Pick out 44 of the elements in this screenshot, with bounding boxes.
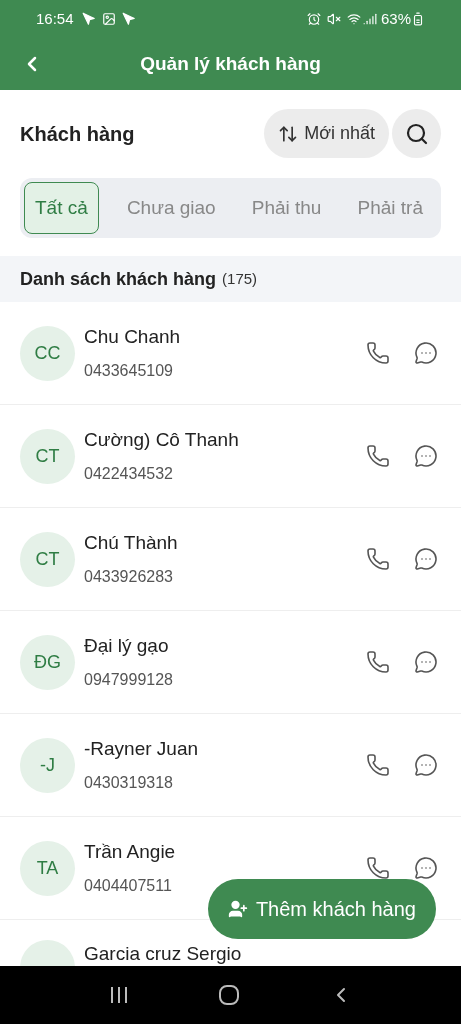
customer-name: Trần Angie xyxy=(84,839,177,864)
alarm-icon xyxy=(306,12,321,26)
customer-name: -Rayner Juan xyxy=(84,736,200,761)
customer-phone: 0947999128 xyxy=(84,670,174,691)
battery-icon xyxy=(411,12,425,26)
add-customer-button[interactable]: Thêm khách hàng xyxy=(207,879,436,939)
avatar: ĐG xyxy=(20,634,75,690)
location-icon xyxy=(121,12,136,26)
section-title: Khách hàng xyxy=(20,121,136,147)
customer-name: Chu Chanh xyxy=(84,324,182,349)
customer-name: Cường) Cô Thanh xyxy=(84,427,240,452)
mute-icon xyxy=(326,12,341,26)
search-button[interactable] xyxy=(392,109,441,158)
avatar: CT xyxy=(20,531,75,587)
recent-apps-icon[interactable] xyxy=(108,986,129,1004)
avatar: CT xyxy=(20,428,75,484)
list-title: Danh sách khách hàng xyxy=(20,267,217,291)
customer-phone: 0433926283 xyxy=(84,567,174,588)
search-icon xyxy=(404,121,429,146)
sort-button[interactable]: Mới nhất xyxy=(264,109,389,158)
home-icon[interactable] xyxy=(217,984,240,1006)
signal-icon xyxy=(362,12,377,26)
filter-tab[interactable]: Phải trả xyxy=(349,182,431,234)
avatar: TA xyxy=(20,840,75,896)
wifi-icon xyxy=(346,12,361,26)
gallery-icon xyxy=(101,12,116,26)
customer-phone: 0422434532 xyxy=(84,464,174,485)
customer-phone: 0404407511 xyxy=(84,876,173,897)
location-icon xyxy=(81,12,96,26)
customer-name: Garcia cruz Sergio xyxy=(84,942,243,966)
filter-tab[interactable]: Chưa giao xyxy=(118,182,224,234)
customer-phone: 0433645109 xyxy=(84,361,174,382)
avatar: CC xyxy=(20,325,75,381)
customer-phone: 0430319318 xyxy=(84,773,174,794)
customer-count: (175) xyxy=(222,268,258,289)
header-title: Quản lý khách hàng xyxy=(140,51,321,76)
customer-name: Chú Thành xyxy=(84,530,179,555)
add-person-icon xyxy=(227,899,248,919)
avatar: -J xyxy=(20,737,75,793)
customer-name: Đại lý gạo xyxy=(84,633,170,658)
battery-level: 63% xyxy=(380,8,411,29)
filter-tab[interactable]: Tất cả xyxy=(24,182,99,234)
filter-tab[interactable]: Phải thu xyxy=(243,182,330,234)
status-time: 16:54 xyxy=(36,8,74,29)
